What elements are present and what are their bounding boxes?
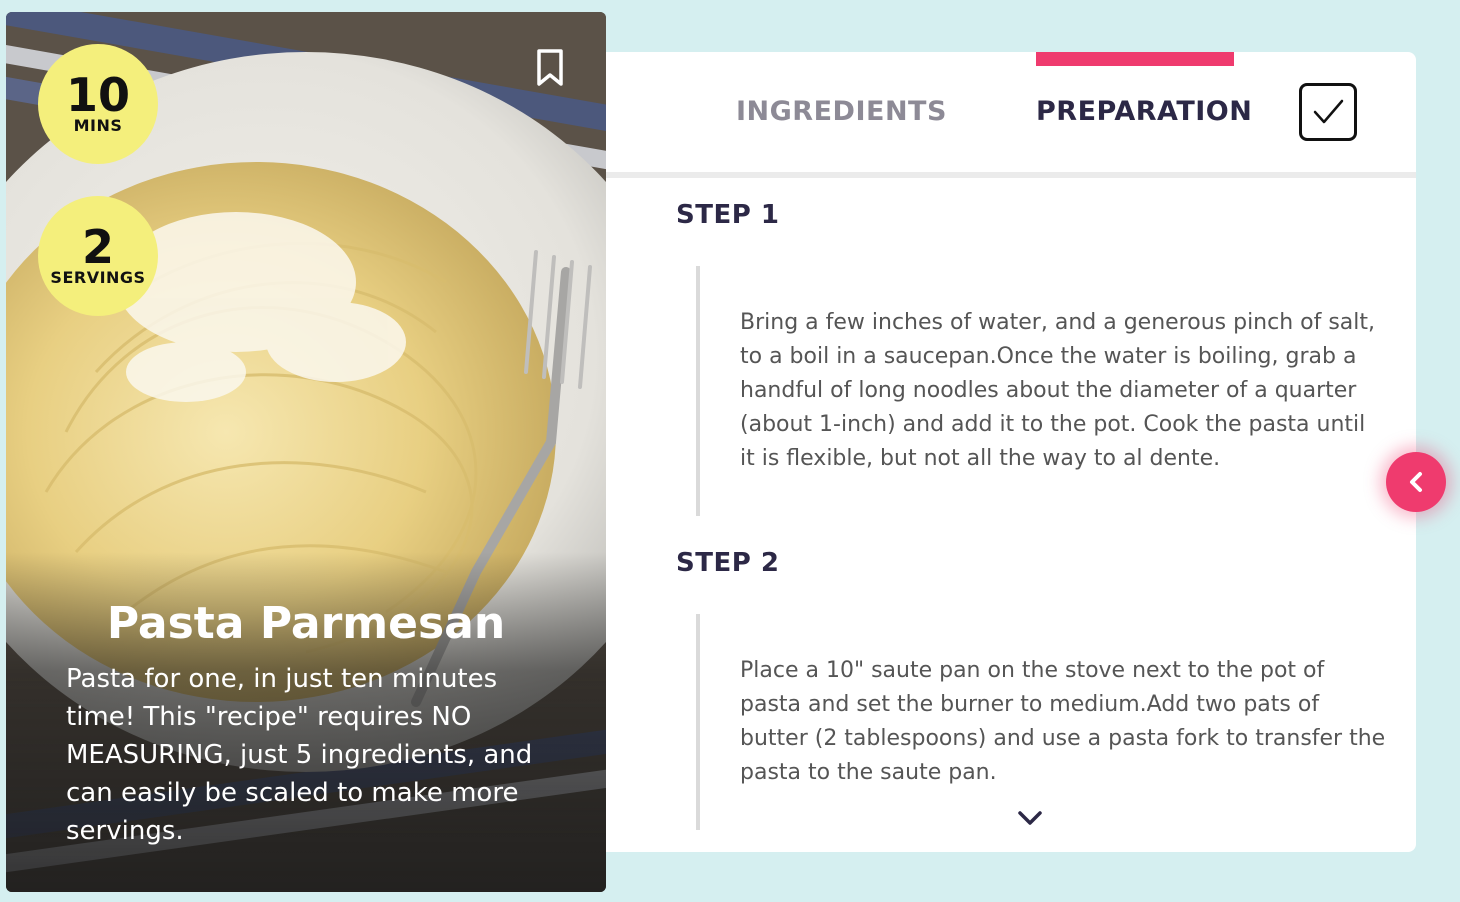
chevron-down-icon — [1018, 811, 1042, 825]
cook-time-value: 10 — [65, 68, 130, 122]
mark-complete-button[interactable] — [1299, 83, 1357, 141]
servings-unit: SERVINGS — [50, 268, 146, 287]
active-tab-indicator — [1036, 52, 1234, 66]
bookmark-icon — [537, 49, 563, 86]
step-2-title: STEP 2 — [676, 548, 780, 578]
step-1-title: STEP 1 — [676, 200, 780, 230]
step-1-divider — [696, 266, 700, 516]
servings-badge: 2 SERVINGS — [38, 196, 158, 316]
recipe-title: Pasta Parmesan — [106, 598, 506, 649]
tab-ingredients[interactable]: INGREDIENTS — [736, 96, 947, 127]
tab-preparation[interactable]: PREPARATION — [1036, 96, 1252, 127]
checkmark-icon — [1313, 99, 1344, 124]
back-button[interactable] — [1386, 452, 1446, 512]
tab-bar: INGREDIENTS PREPARATION — [606, 52, 1416, 178]
recipe-card: 10 MINS 2 SERVINGS Pasta Parmesan Pasta … — [6, 12, 606, 892]
chevron-left-icon — [1410, 472, 1422, 492]
recipe-details-panel: INGREDIENTS PREPARATION STEP 1 Bring a f… — [606, 52, 1416, 852]
step-1-text: Bring a few inches of water, and a gener… — [740, 310, 1376, 471]
step-2-text: Place a 10" saute pan on the stove next … — [740, 658, 1386, 785]
recipe-description: Pasta for one, in just ten minutes time!… — [66, 664, 533, 846]
step-2-divider — [696, 614, 700, 830]
cook-time-unit: MINS — [73, 116, 123, 135]
bookmark-button[interactable] — [534, 48, 566, 88]
servings-value: 2 — [81, 220, 114, 274]
scroll-down-button[interactable] — [1016, 808, 1044, 828]
cook-time-badge: 10 MINS — [38, 44, 158, 164]
